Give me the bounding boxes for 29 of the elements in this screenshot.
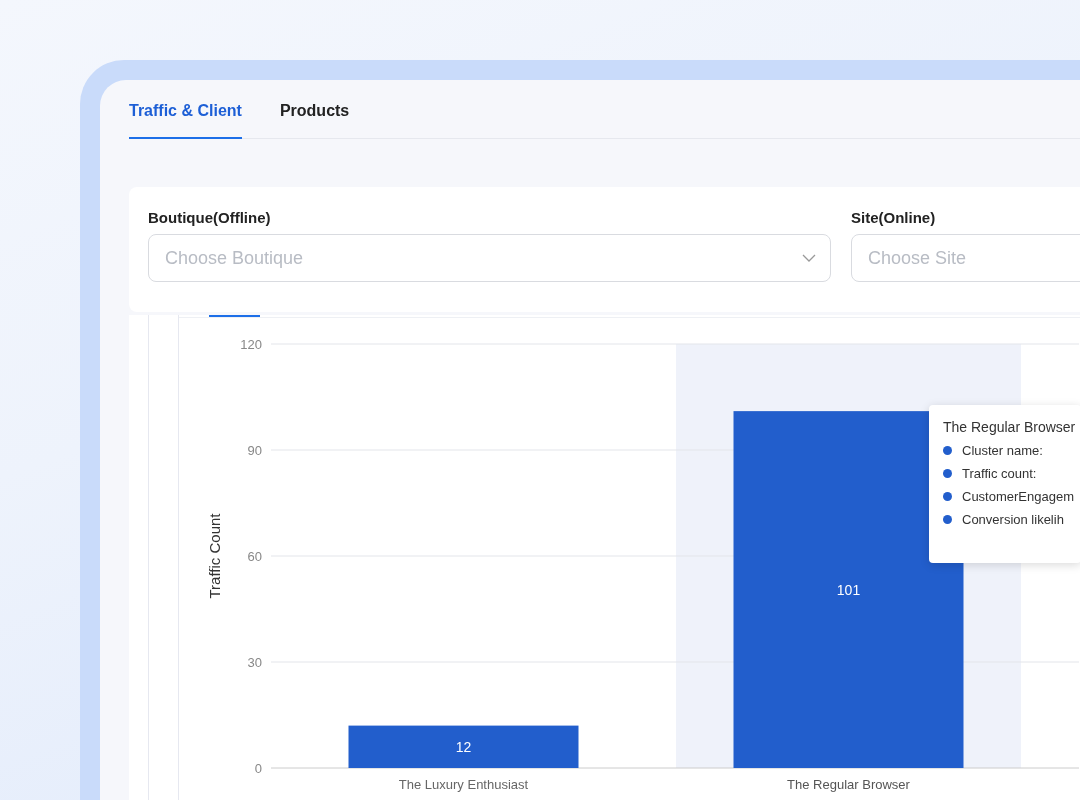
y-tick-label: 90 <box>247 443 262 458</box>
select-input[interactable]: Choose Site <box>866 246 1080 270</box>
dropdown-field[interactable]: Choose Boutique <box>148 234 831 282</box>
tab[interactable]: Traffic & Client <box>129 80 242 139</box>
series-dot-icon <box>943 492 952 501</box>
tooltip-item: Traffic count: <box>962 466 1037 481</box>
tooltip-item: Conversion likelih <box>962 512 1064 527</box>
tooltip-title: The Regular Browser <box>943 419 1077 435</box>
series-dot-icon <box>943 515 952 524</box>
tooltip-item: CustomerEngagem <box>962 489 1074 504</box>
y-tick-label: 30 <box>247 655 262 670</box>
chevron-down-icon <box>802 254 816 262</box>
category-label: The Luxury Enthusiast <box>398 777 529 792</box>
axis-title: Traffic Count <box>206 513 223 599</box>
y-tick-label: 120 <box>240 337 262 352</box>
y-tick-label: 0 <box>254 761 262 776</box>
field-label: Site(Online) <box>851 209 937 226</box>
series-dot-icon <box>943 446 952 455</box>
select-input[interactable]: Choose Boutique <box>163 246 802 270</box>
series-dot-icon <box>943 469 952 478</box>
tooltip-item: Cluster name: <box>962 443 1043 458</box>
category-label: The Regular Browser <box>787 777 910 792</box>
data-label: 12 <box>455 738 472 755</box>
tab-indicator <box>209 315 260 317</box>
data-label: 101 <box>836 581 861 598</box>
tab[interactable]: Products <box>279 80 350 139</box>
y-tick-label: 60 <box>247 549 262 564</box>
dropdown-field[interactable]: Choose Site <box>851 234 1080 282</box>
field-label: Boutique(Offline) <box>148 209 272 226</box>
